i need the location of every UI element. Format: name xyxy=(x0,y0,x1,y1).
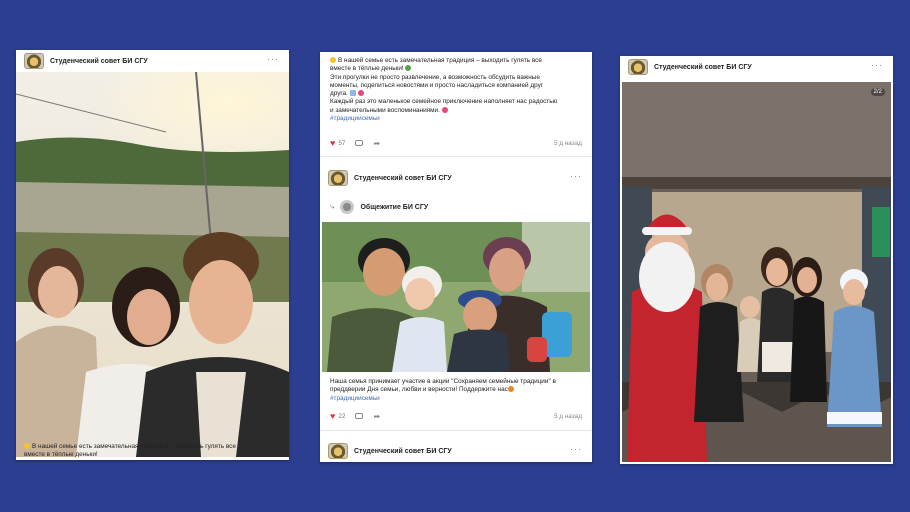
caption-line: В нашей семье есть замечательная традици… xyxy=(32,443,236,450)
like-count: 22 xyxy=(338,412,346,420)
author-name[interactable]: Студенческий совет БИ СГУ xyxy=(654,64,752,71)
heart-emoji-icon xyxy=(441,106,448,113)
post-date: 5 д назад xyxy=(553,412,582,420)
heart-emoji-icon xyxy=(357,90,364,97)
repost-icon: ⤷ xyxy=(330,202,335,211)
more-options-icon[interactable]: ··· xyxy=(570,444,582,454)
more-options-icon[interactable]: ··· xyxy=(570,171,582,181)
family-bench-photo xyxy=(322,222,590,372)
avatar[interactable] xyxy=(340,200,355,214)
text-line: и замечательными воспоминаниями. xyxy=(330,106,440,114)
more-options-icon[interactable]: ··· xyxy=(267,54,279,64)
text-line: преддверии Дня семьи, любви и верности! … xyxy=(330,386,508,394)
author-name[interactable]: Студенческий совет БИ СГУ xyxy=(354,448,452,455)
like-icon[interactable]: ♥ xyxy=(330,138,335,148)
share-icon[interactable]: ➦ xyxy=(373,412,380,421)
hashtag-link[interactable]: #традициисемьи xyxy=(330,395,380,402)
repost-author-name[interactable]: Общежитие БИ СГУ xyxy=(360,204,428,211)
divider xyxy=(320,156,592,157)
text-line: Наша семья принимает участие в акции "Со… xyxy=(330,378,556,385)
text-line: Эти прогулки не просто развлечение, а во… xyxy=(330,73,540,81)
text-line: друга. xyxy=(330,90,348,98)
text-line: моменты, поделиться новостями и просто н… xyxy=(330,81,544,89)
feed-column: В нашей семье есть замечательная традици… xyxy=(320,52,592,462)
photo-counter: 2/2 xyxy=(870,88,885,96)
like-icon[interactable]: ♥ xyxy=(330,411,335,421)
post-header: Студенческий совет БИ СГУ ··· xyxy=(320,440,592,462)
avatar[interactable] xyxy=(24,53,44,69)
family-walk-photo xyxy=(16,72,289,457)
comment-icon[interactable] xyxy=(355,413,364,419)
post-text: В нашей семье есть замечательная традици… xyxy=(330,57,586,123)
avatar[interactable] xyxy=(328,170,348,186)
text-line: вместе в тёплые деньки! xyxy=(330,65,404,73)
heart-emoji-icon xyxy=(507,386,514,393)
post-photo[interactable] xyxy=(16,72,289,457)
text-line: Каждый раз это маленькое семейное приклю… xyxy=(330,98,558,106)
post-photo[interactable] xyxy=(322,222,590,372)
smile-emoji-icon xyxy=(330,57,336,63)
new-year-family-photo xyxy=(622,82,891,462)
more-options-icon[interactable]: ··· xyxy=(871,60,883,70)
avatar[interactable] xyxy=(628,59,648,75)
post-photo[interactable]: 2/2 xyxy=(622,82,891,462)
hashtag-link[interactable]: #традициисемьи xyxy=(330,115,380,122)
author-name[interactable]: Студенческий совет БИ СГУ xyxy=(50,58,148,65)
caption-line: вместе в тёплые деньки! xyxy=(24,451,98,459)
post-header: Студенческий совет БИ СГУ ··· xyxy=(320,167,592,189)
post-header: Студенческий совет БИ СГУ ··· xyxy=(620,56,893,78)
comment-icon[interactable] xyxy=(355,140,364,146)
post-caption: В нашей семье есть замечательная традици… xyxy=(24,443,286,460)
smile-emoji-icon xyxy=(24,443,30,449)
post-actions: ♥ 22 ➦ 5 д назад xyxy=(330,410,582,422)
author-name[interactable]: Студенческий совет БИ СГУ xyxy=(354,175,452,182)
post-actions: ♥ 57 ➦ 5 д назад xyxy=(330,137,582,149)
like-count: 57 xyxy=(338,139,346,147)
divider xyxy=(320,430,592,431)
text-line: В нашей семье есть замечательная традици… xyxy=(338,57,542,64)
post-card-celebration: Студенческий совет БИ СГУ ··· 2/2 xyxy=(620,56,893,464)
avatar[interactable] xyxy=(328,443,348,459)
post-date: 5 д назад xyxy=(553,139,582,147)
post-header: Студенческий совет БИ СГУ ··· xyxy=(16,50,289,72)
people-emoji-icon xyxy=(349,90,356,97)
post-card-walk: Студенческий совет БИ СГУ ··· В нашей се… xyxy=(16,50,289,460)
share-icon[interactable]: ➦ xyxy=(373,139,380,148)
repost-header: ⤷ Общежитие БИ СГУ xyxy=(320,196,592,218)
clover-emoji-icon xyxy=(405,65,412,72)
post-text: Наша семья принимает участие в акции "Со… xyxy=(330,378,586,403)
